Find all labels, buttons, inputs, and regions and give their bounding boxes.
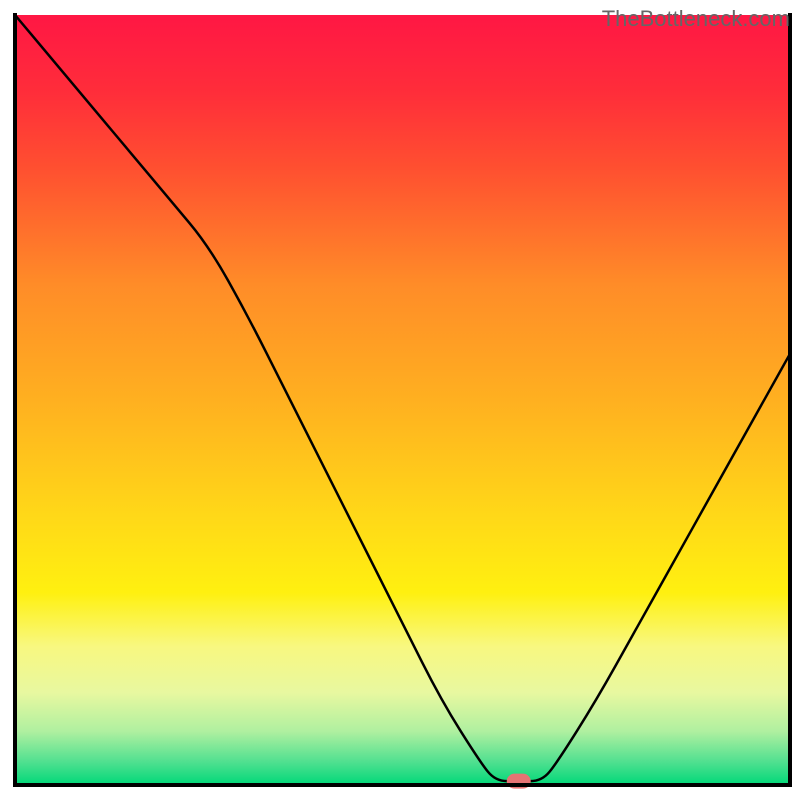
plot-area bbox=[15, 15, 790, 789]
chart-svg bbox=[0, 0, 800, 800]
chart-container: TheBottleneck.com bbox=[0, 0, 800, 800]
watermark-text: TheBottleneck.com bbox=[602, 6, 790, 32]
gradient-background bbox=[15, 15, 790, 785]
